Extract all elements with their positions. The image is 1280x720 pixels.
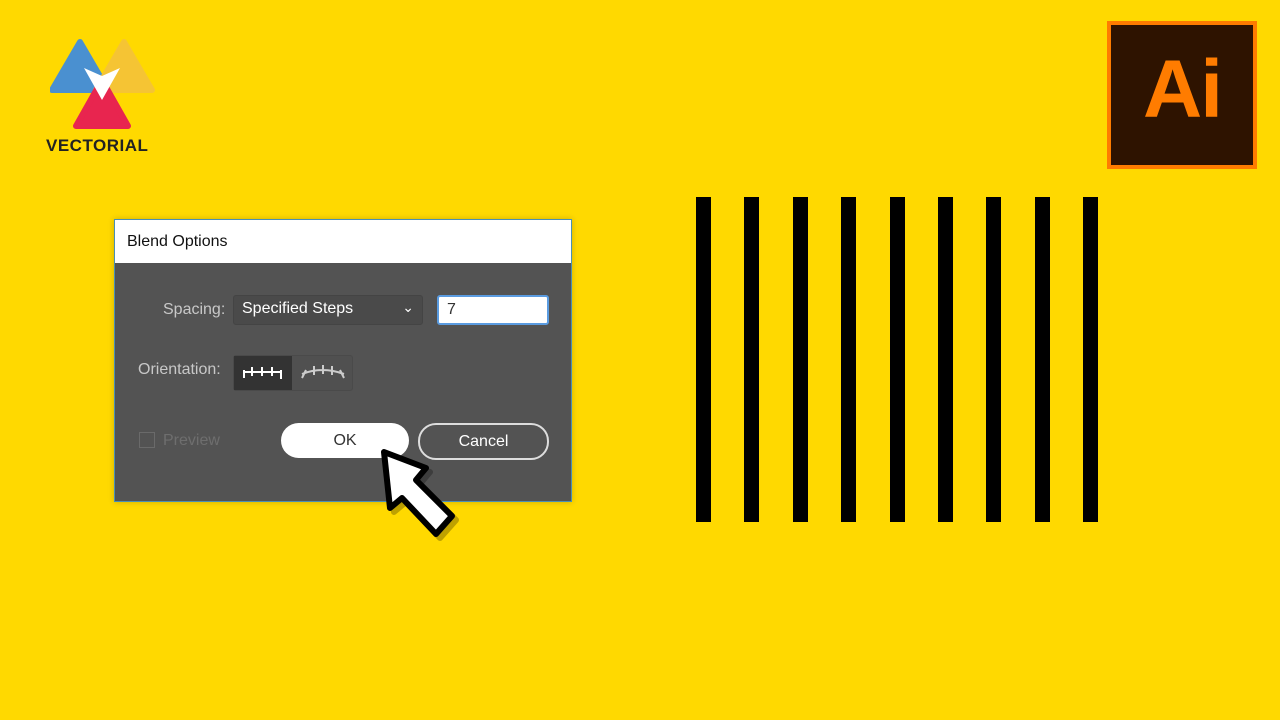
vectorial-logo-icon [50,39,155,129]
bar [744,197,760,522]
spacing-value: Specified Steps [242,300,354,317]
steps-value: 7 [447,301,456,318]
align-to-path-icon [301,365,345,379]
bar [889,197,905,522]
dialog-titlebar[interactable]: Blend Options [115,220,571,263]
bar [696,197,711,522]
hand-pointer-cursor-icon [381,449,459,541]
align-to-page-button[interactable] [234,356,292,390]
bar [792,197,808,522]
preview-label: Preview [163,432,220,449]
bar [1034,197,1050,522]
chevron-down-icon: ⌄ [402,299,414,315]
bar [938,197,953,522]
steps-input[interactable]: 7 [437,295,549,325]
vectorial-logo-text: VECTORIAL [46,136,149,155]
align-to-page-icon [243,367,282,379]
bar [841,197,857,522]
blend-options-dialog: Blend Options Spacing: Specified Steps ⌄ … [114,219,572,502]
dialog-title: Blend Options [127,233,228,250]
illustrator-logo: Ai [1107,21,1257,169]
orientation-label: Orientation: [138,361,221,378]
bar [1083,197,1099,522]
illustrator-logo-text: Ai [1143,44,1223,135]
spacing-label: Spacing: [163,301,226,318]
align-to-path-button[interactable] [294,356,352,390]
orientation-toggle [233,355,353,391]
preview-checkbox[interactable] [139,432,155,448]
spacing-select[interactable]: Specified Steps ⌄ [233,295,423,325]
bar [986,197,1002,522]
